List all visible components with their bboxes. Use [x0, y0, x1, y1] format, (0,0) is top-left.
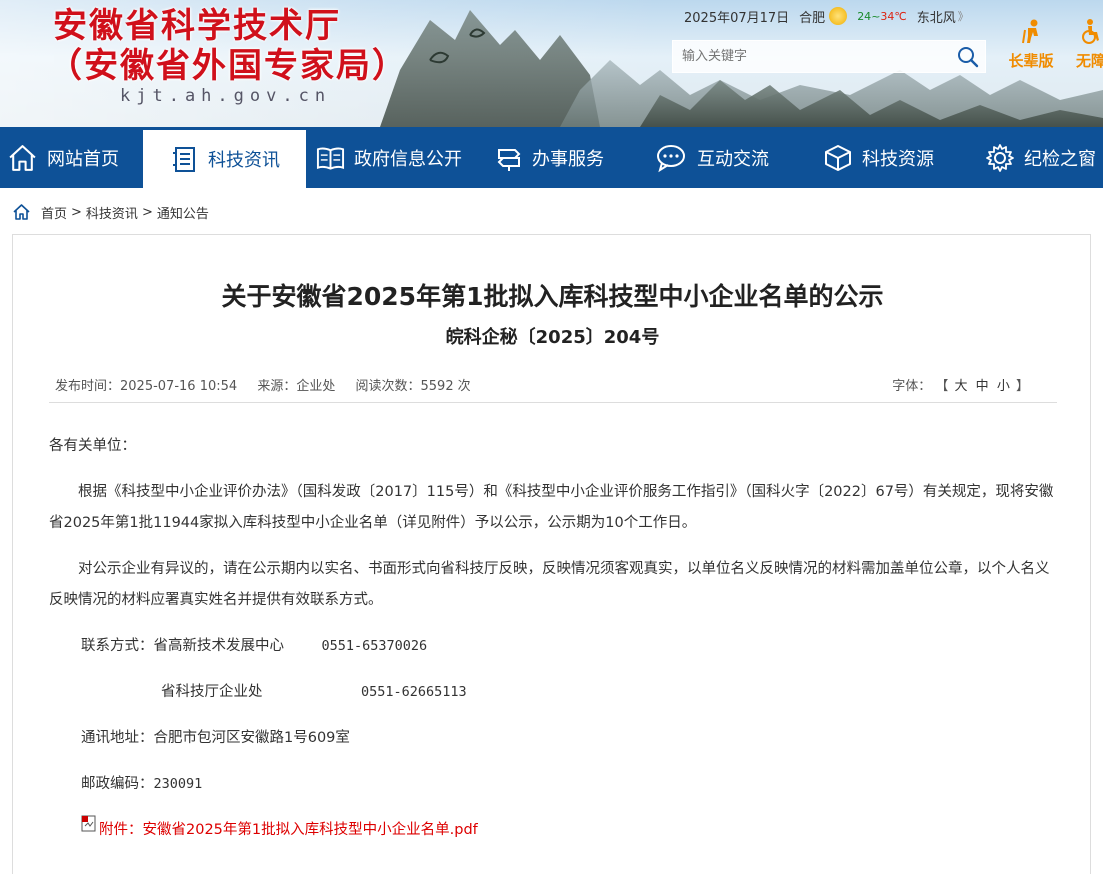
font-small-link[interactable]: 小 [997, 379, 1010, 394]
nav-item-label: 网站首页 [47, 148, 119, 170]
font-medium-link[interactable]: 中 [976, 379, 989, 394]
sunny-weather-icon [829, 7, 848, 25]
nav-item-label: 互动交流 [697, 148, 769, 170]
contact2-phone: 0551-62665113 [361, 684, 467, 700]
accessible-mode-button[interactable]: 无障 [1063, 18, 1103, 71]
site-name-line2: （安徽省外国专家局） [48, 46, 408, 86]
news-icon [173, 147, 195, 172]
elder-mode-button[interactable]: 长辈版 [1003, 18, 1059, 71]
contact1-org: 省高新技术发展中心 [153, 638, 285, 654]
article-title: 关于安徽省2025年第1批拟入库科技型中小企业名单的公示 [221, 282, 884, 311]
search-box [672, 40, 986, 73]
attachment-link[interactable]: 附件： 安徽省2025年第1批拟入库科技型中小企业名单.pdf [49, 815, 1057, 846]
nav-item-tech-resources[interactable]: 科技资源 [806, 127, 966, 188]
publish-time: 发布时间：2025-07-16 10:54 [55, 379, 237, 394]
contact-row-2: 省科技厅企业处 0551-62665113 [49, 677, 1057, 708]
address-label: 通讯地址： [81, 730, 154, 746]
postcode-label: 邮政编码： [81, 776, 154, 792]
view-count: 阅读次数：5592 次 [355, 379, 470, 394]
article-body: 各有关单位： 根据《科技型中小企业评价办法》（国科发政〔2017〕115号）和《… [49, 431, 1057, 861]
views-label: 阅读次数： [355, 379, 421, 394]
postcode-value: 230091 [153, 776, 203, 792]
elder-mode-label: 长辈版 [1008, 52, 1054, 70]
address-value: 合肥市包河区安徽路1号609室 [153, 730, 350, 746]
font-large-link[interactable]: 大 [955, 379, 968, 394]
main-nav: 网站首页 科技资讯 政府信息公开 办事服务 互动交流 科技资源 纪检之窗 [0, 127, 1103, 188]
pdf-file-icon [81, 815, 96, 832]
wind-direction: 东北风 [916, 10, 956, 26]
breadcrumb-separator: > [141, 204, 153, 220]
views-value: 5592 [420, 379, 454, 394]
attachment-filename[interactable]: 安徽省2025年第1批拟入库科技型中小企业名单.pdf [143, 815, 478, 846]
font-size-controls: 字体： 【 大 中 小 】 [892, 375, 1029, 394]
temp-high: 34 [880, 9, 895, 23]
source-value: 企业处 [296, 379, 336, 394]
breadcrumb-separator: > [71, 204, 82, 220]
cube-icon [825, 144, 851, 171]
contact1-phone: 0551-65370026 [321, 638, 428, 654]
contact-row-1: 联系方式： 省高新技术发展中心 0551-65370026 [49, 631, 1057, 662]
temperature: 24~34℃ [857, 10, 907, 23]
attachment-label: 附件： [99, 822, 143, 838]
gear-icon [986, 143, 1014, 172]
weather-more-icon[interactable]: 》 [958, 8, 969, 24]
home-icon [9, 145, 36, 171]
font-bracket-close: 】 [1015, 379, 1029, 394]
nav-item-home[interactable]: 网站首页 [0, 127, 143, 188]
nav-item-tech-news[interactable]: 科技资讯 [143, 127, 306, 188]
publish-time-value: 2025-07-16 10:54 [120, 379, 238, 394]
paragraph-2: 对公示企业有异议的，请在公示期内以实名、书面形式向省科技厅反映，反映情况须客观真… [49, 561, 1050, 608]
breadcrumb: 首页 > 科技资讯 > 通知公告 [12, 202, 213, 222]
accessible-mode-label: 无障 [1075, 52, 1103, 70]
search-icon[interactable] [957, 46, 979, 68]
contact2-org: 省科技厅企业处 [161, 684, 263, 700]
date-weather-bar: 2025年07月17日 合肥 24~34℃ 东北风 》 [684, 6, 979, 26]
paragraph-1: 根据《科技型中小企业评价办法》（国科发政〔2017〕115号）和《科技型中小企业… [49, 484, 1054, 531]
current-date: 2025年07月17日 [684, 10, 790, 26]
search-input[interactable] [673, 41, 943, 72]
contact-label: 联系方式： [81, 638, 154, 654]
temp-unit: ℃ [894, 9, 907, 23]
address-row: 通讯地址： 合肥市包河区安徽路1号609室 [49, 723, 1057, 754]
document-number: 皖科企秘〔2025〕204号 [445, 327, 660, 348]
publish-time-label: 发布时间： [55, 379, 121, 394]
site-name-line1: 安徽省科学技术厅 [53, 6, 341, 46]
font-size-label: 字体： [892, 379, 932, 394]
service-icon [497, 148, 521, 171]
temp-low: 24 [857, 9, 872, 23]
article-container: 关于安徽省2025年第1批拟入库科技型中小企业名单的公示 皖科企秘〔2025〕2… [12, 234, 1091, 874]
breadcrumb-home-link[interactable]: 首页 [41, 203, 67, 222]
nav-item-label: 办事服务 [532, 148, 604, 170]
nav-item-discipline[interactable]: 纪检之窗 [966, 127, 1103, 188]
views-unit: 次 [457, 379, 471, 394]
font-bracket-open: 【 [935, 379, 949, 394]
nav-item-label: 科技资源 [862, 148, 934, 170]
nav-item-label: 政府信息公开 [354, 148, 462, 170]
postcode-row: 邮政编码： 230091 [49, 769, 1057, 800]
site-domain: kjt.ah.gov.cn [120, 86, 332, 106]
book-icon [316, 147, 345, 170]
source: 来源：企业处 [257, 379, 335, 394]
elder-person-icon [1022, 19, 1038, 44]
home-icon [13, 204, 30, 220]
source-label: 来源： [257, 379, 297, 394]
city-name: 合肥 [799, 10, 826, 26]
nav-item-services[interactable]: 办事服务 [483, 127, 642, 188]
chat-icon [657, 144, 685, 172]
article-meta: 发布时间：2025-07-16 10:54 来源：企业处 阅读次数：5592 次 … [49, 371, 1057, 403]
site-name: 安徽省科学技术厅 （安徽省外国专家局） [48, 6, 408, 86]
breadcrumb-tech-news-link[interactable]: 科技资讯 [86, 203, 138, 222]
salutation: 各有关单位： [49, 438, 136, 454]
nav-item-label: 纪检之窗 [1024, 148, 1096, 170]
nav-item-interaction[interactable]: 互动交流 [642, 127, 806, 188]
breadcrumb-notices-link[interactable]: 通知公告 [157, 203, 209, 222]
site-header: 安徽省科学技术厅 （安徽省外国专家局） kjt.ah.gov.cn 2025年0… [0, 0, 1103, 127]
nav-item-label: 科技资讯 [208, 150, 280, 171]
nav-item-gov-info[interactable]: 政府信息公开 [306, 127, 483, 188]
wheelchair-icon [1082, 19, 1099, 44]
